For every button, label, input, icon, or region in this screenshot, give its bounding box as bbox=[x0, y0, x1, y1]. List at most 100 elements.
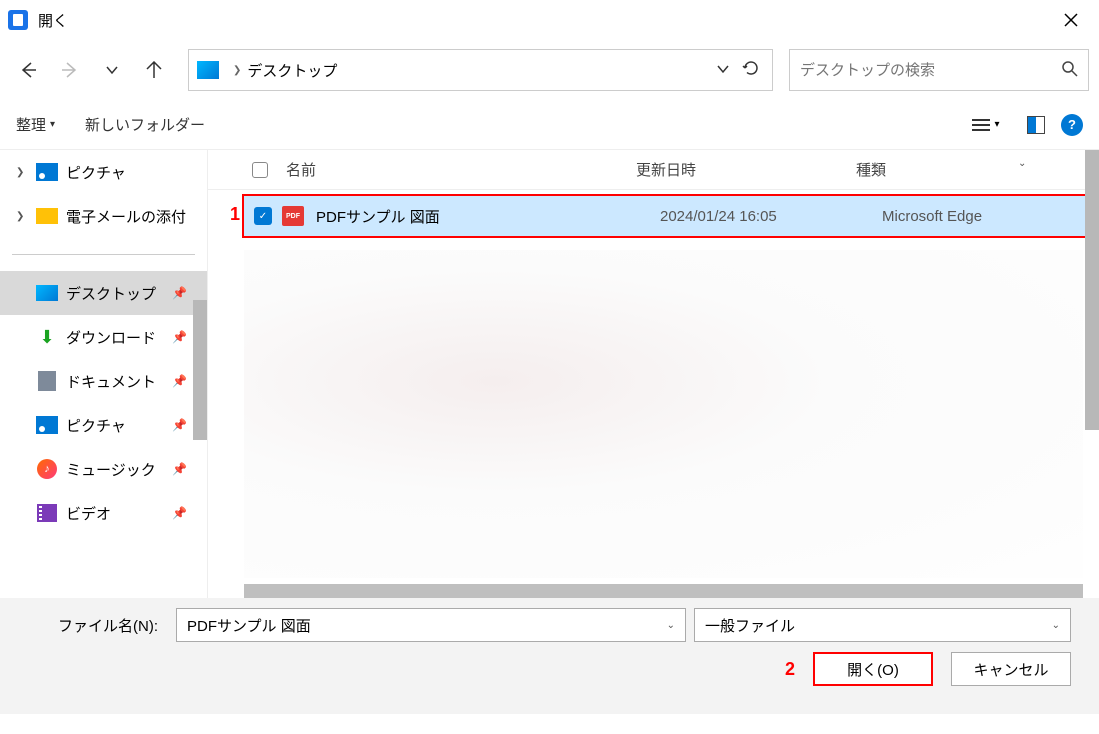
caret-down-icon: ▾ bbox=[50, 119, 55, 130]
caret-down-icon: ▾ bbox=[994, 119, 999, 130]
sort-indicator-icon: ⌄ bbox=[1018, 158, 1026, 169]
row-checkbox-checked[interactable]: ✓ bbox=[254, 207, 272, 225]
main-area: ❯ピクチャ ❯電子メールの添付 デスクトップ📌 ⬇ダウンロード📌 ドキュメント📌… bbox=[0, 150, 1099, 598]
address-path: デスクトップ bbox=[247, 60, 708, 81]
annotation-marker-1: 1 bbox=[230, 204, 240, 225]
sidebar-label: ダウンロード bbox=[66, 327, 156, 348]
sidebar-label: ドキュメント bbox=[66, 371, 156, 392]
sidebar-label: 電子メールの添付 bbox=[66, 206, 186, 227]
filename-label: ファイル名(N): bbox=[28, 615, 158, 636]
expand-icon[interactable]: ❯ bbox=[16, 167, 28, 178]
sidebar: ❯ピクチャ ❯電子メールの添付 デスクトップ📌 ⬇ダウンロード📌 ドキュメント📌… bbox=[0, 150, 208, 598]
expand-icon[interactable]: ❯ bbox=[16, 211, 28, 222]
column-type[interactable]: 種類 bbox=[856, 159, 1099, 180]
pdf-icon: PDF bbox=[282, 206, 304, 226]
preview-icon bbox=[1027, 116, 1045, 134]
video-icon bbox=[37, 504, 57, 522]
sidebar-label: ビデオ bbox=[66, 503, 111, 524]
sidebar-item-desktop[interactable]: デスクトップ 📌 bbox=[0, 271, 207, 315]
search-icon bbox=[1062, 61, 1078, 80]
refresh-icon bbox=[742, 59, 760, 77]
annotation-marker-2: 2 bbox=[785, 659, 795, 680]
sidebar-item-email-attachments[interactable]: ❯ 電子メールの添付 bbox=[0, 194, 207, 238]
path-chevron-icon: ❯ bbox=[233, 65, 241, 76]
new-folder-label: 新しいフォルダー bbox=[85, 114, 205, 135]
select-all-checkbox[interactable] bbox=[252, 162, 268, 178]
blurred-content bbox=[244, 250, 1083, 578]
file-date: 2024/01/24 16:05 bbox=[660, 208, 882, 225]
vertical-scrollbar[interactable] bbox=[1085, 150, 1099, 430]
cancel-button[interactable]: キャンセル bbox=[951, 652, 1071, 686]
sidebar-divider bbox=[12, 254, 195, 255]
file-name: PDFサンプル 図面 bbox=[316, 206, 660, 227]
back-button[interactable] bbox=[10, 52, 46, 88]
arrow-left-icon bbox=[19, 61, 37, 79]
list-view-icon bbox=[972, 119, 990, 131]
desktop-icon bbox=[197, 61, 219, 79]
recent-dropdown[interactable] bbox=[94, 52, 130, 88]
refresh-button[interactable] bbox=[738, 59, 764, 82]
up-button[interactable] bbox=[136, 52, 172, 88]
pin-icon: 📌 bbox=[172, 330, 187, 344]
column-name[interactable]: 名前 bbox=[286, 159, 636, 180]
sidebar-label: ミュージック bbox=[66, 459, 156, 480]
arrow-up-icon bbox=[145, 61, 163, 79]
address-dropdown[interactable] bbox=[708, 62, 738, 79]
file-row-selected[interactable]: ✓ PDF PDFサンプル 図面 2024/01/24 16:05 Micros… bbox=[242, 194, 1095, 238]
bottom-panel: ファイル名(N): PDFサンプル 図面 ⌄ 一般ファイル ⌄ 2 開く(O) … bbox=[0, 598, 1099, 714]
open-button[interactable]: 開く(O) bbox=[813, 652, 933, 686]
address-bar[interactable]: ❯ デスクトップ bbox=[188, 49, 773, 91]
pin-icon: 📌 bbox=[172, 418, 187, 432]
sidebar-item-music[interactable]: ♪ ミュージック 📌 bbox=[0, 447, 207, 491]
download-icon: ⬇ bbox=[36, 328, 58, 346]
column-date[interactable]: 更新日時 bbox=[636, 159, 856, 180]
view-menu[interactable]: ▾ bbox=[971, 119, 1001, 131]
pin-icon: 📌 bbox=[172, 506, 187, 520]
sidebar-item-videos[interactable]: ビデオ 📌 bbox=[0, 491, 207, 535]
file-list-area: 名前 更新日時 種類 ⌄ 1 ✓ PDF PDFサンプル 図面 2024/01/… bbox=[208, 150, 1099, 598]
organize-label: 整理 bbox=[16, 114, 46, 135]
folder-icon bbox=[36, 208, 58, 224]
arrow-right-icon bbox=[61, 61, 79, 79]
organize-menu[interactable]: 整理 ▾ bbox=[16, 114, 55, 135]
search-bar[interactable] bbox=[789, 49, 1089, 91]
file-filter-combobox[interactable]: 一般ファイル ⌄ bbox=[694, 608, 1071, 642]
preview-pane-toggle[interactable] bbox=[1021, 116, 1051, 134]
desktop-icon bbox=[36, 285, 58, 301]
sidebar-label: デスクトップ bbox=[66, 283, 156, 304]
pin-icon: 📌 bbox=[172, 462, 187, 476]
app-icon bbox=[8, 10, 28, 30]
file-type: Microsoft Edge bbox=[882, 208, 982, 225]
search-input[interactable] bbox=[800, 62, 1062, 79]
help-button[interactable]: ? bbox=[1061, 114, 1083, 136]
close-icon bbox=[1063, 12, 1079, 28]
sidebar-label: ピクチャ bbox=[66, 415, 126, 436]
nav-bar: ❯ デスクトップ bbox=[0, 40, 1099, 100]
document-icon bbox=[38, 371, 56, 391]
pictures-icon bbox=[36, 416, 58, 434]
sidebar-scrollbar[interactable] bbox=[193, 300, 207, 440]
close-button[interactable] bbox=[1051, 0, 1091, 40]
sidebar-item-pictures[interactable]: ❯ピクチャ bbox=[0, 150, 207, 194]
sidebar-item-downloads[interactable]: ⬇ ダウンロード 📌 bbox=[0, 315, 207, 359]
horizontal-scrollbar[interactable] bbox=[244, 584, 1083, 598]
pin-icon: 📌 bbox=[172, 374, 187, 388]
music-icon: ♪ bbox=[37, 459, 57, 479]
chevron-down-icon[interactable]: ⌄ bbox=[667, 620, 675, 631]
sidebar-item-pictures-2[interactable]: ピクチャ 📌 bbox=[0, 403, 207, 447]
forward-button[interactable] bbox=[52, 52, 88, 88]
toolbar: 整理 ▾ 新しいフォルダー ▾ ? bbox=[0, 100, 1099, 150]
dialog-title: 開く bbox=[38, 10, 1051, 31]
new-folder-button[interactable]: 新しいフォルダー bbox=[85, 114, 205, 135]
sidebar-item-documents[interactable]: ドキュメント 📌 bbox=[0, 359, 207, 403]
chevron-down-icon bbox=[105, 63, 119, 77]
pictures-icon bbox=[36, 163, 58, 181]
title-bar: 開く bbox=[0, 0, 1099, 40]
chevron-down-icon bbox=[716, 62, 730, 76]
pin-icon: 📌 bbox=[172, 286, 187, 300]
filename-value: PDFサンプル 図面 bbox=[187, 615, 667, 636]
filename-combobox[interactable]: PDFサンプル 図面 ⌄ bbox=[176, 608, 686, 642]
column-headers: 名前 更新日時 種類 bbox=[208, 150, 1099, 190]
filter-value: 一般ファイル bbox=[705, 615, 1052, 636]
chevron-down-icon[interactable]: ⌄ bbox=[1052, 620, 1060, 631]
